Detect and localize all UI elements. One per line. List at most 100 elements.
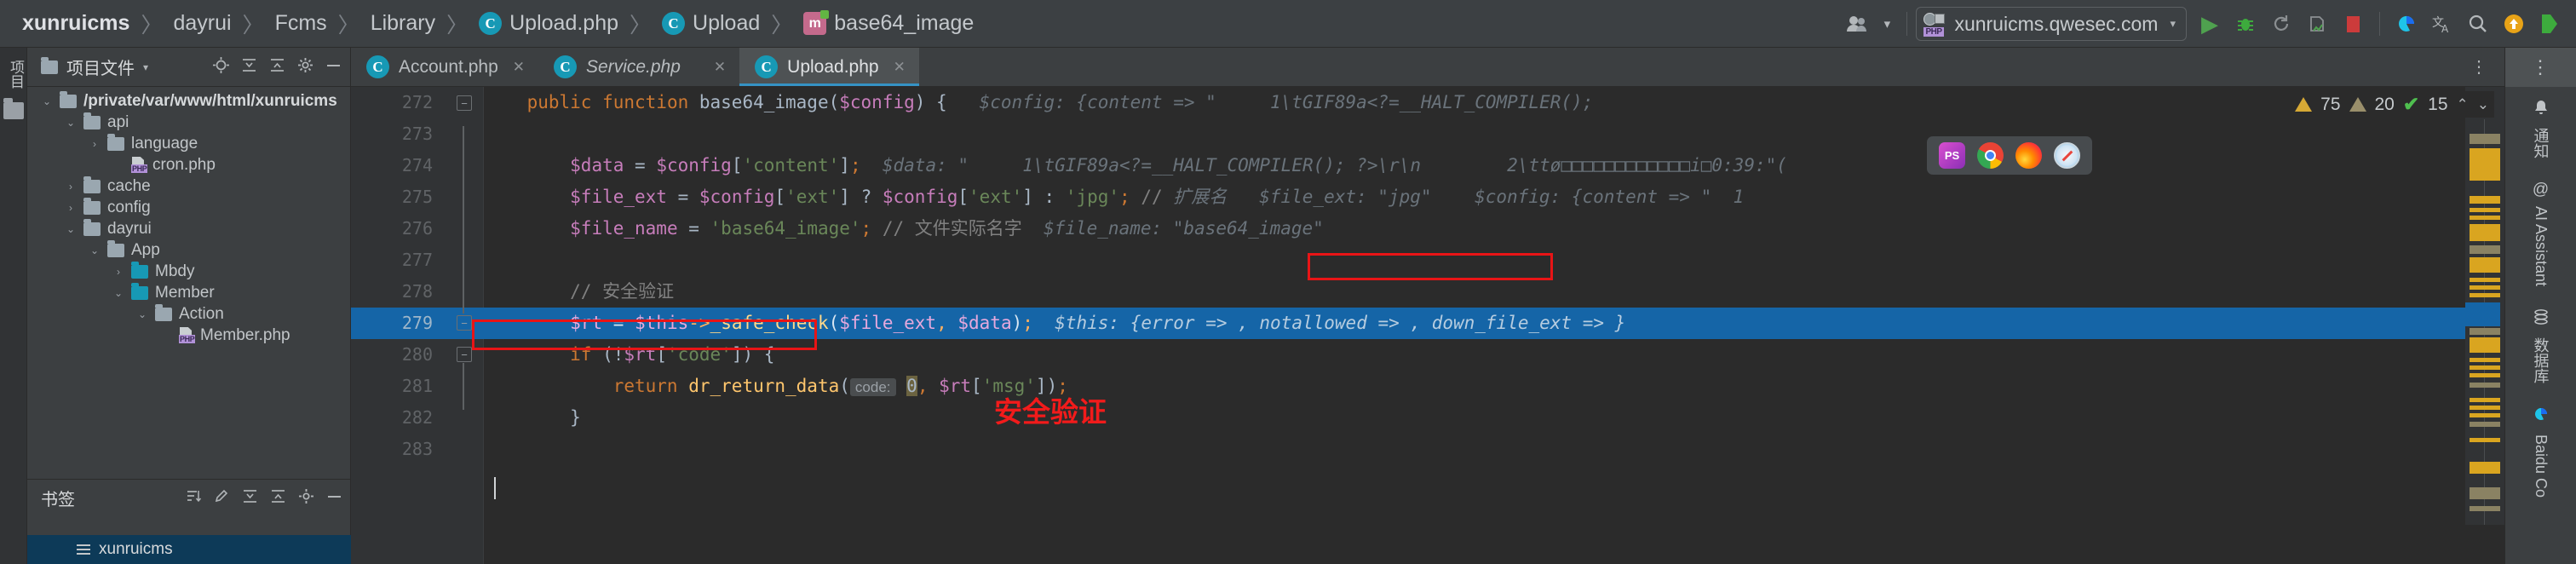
code-line[interactable]: 279 $rt = $this->_safe_check($file_ext, …: [351, 308, 2504, 339]
tree-node-language[interactable]: › language: [27, 133, 350, 154]
chevron-down-icon[interactable]: ⌄: [41, 95, 53, 107]
tree-node-config[interactable]: › config: [27, 197, 350, 218]
expand-all-icon[interactable]: [270, 488, 286, 509]
locate-icon[interactable]: [213, 56, 229, 78]
run-button[interactable]: ▶: [2192, 6, 2228, 42]
browser-preview-popup[interactable]: PS: [1927, 136, 2092, 175]
settings-gear-icon[interactable]: [297, 57, 313, 78]
tree-node-api[interactable]: ⌄ api: [27, 112, 350, 133]
stripe-mark[interactable]: [2470, 398, 2500, 402]
code-line[interactable]: 282 }: [351, 402, 2504, 434]
breadcrumb-item-upload-php[interactable]: C Upload.php: [479, 11, 618, 36]
bookmark-item-xunruicms[interactable]: xunruicms: [27, 535, 351, 564]
stripe-mark[interactable]: [2470, 413, 2500, 417]
stripe-mark[interactable]: [2470, 224, 2500, 241]
run-configuration-selector[interactable]: PHP xunruicms.qwesec.com ▾: [1916, 7, 2187, 41]
tree-node-cron-php[interactable]: PHP cron.php: [27, 154, 350, 176]
stripe-mark[interactable]: [2470, 148, 2500, 181]
code-line[interactable]: 281 return dr_return_data(code: 0, $rt['…: [351, 371, 2504, 402]
prev-problem-icon[interactable]: ⌃: [2457, 96, 2469, 113]
user-group-icon[interactable]: [1840, 6, 1876, 42]
tree-node-action[interactable]: ⌄ Action: [27, 303, 350, 325]
tree-node-app[interactable]: ⌄ App: [27, 239, 350, 261]
stripe-mark[interactable]: [2470, 462, 2500, 474]
chevron-right-icon[interactable]: ›: [89, 138, 101, 150]
debug-button[interactable]: [2228, 6, 2263, 42]
breadcrumb-item-fcms[interactable]: Fcms: [275, 11, 327, 36]
coverage-button[interactable]: [2299, 6, 2335, 42]
next-problem-icon[interactable]: ⌄: [2477, 96, 2489, 113]
stripe-mark[interactable]: [2470, 406, 2500, 410]
stripe-mark[interactable]: [2470, 438, 2500, 442]
chevron-down-icon[interactable]: ▾: [143, 61, 148, 73]
sidebar-item-project[interactable]: 项目: [0, 60, 26, 89]
firefox-icon[interactable]: [2015, 142, 2042, 169]
rerun-button[interactable]: [2263, 6, 2299, 42]
tab-service-php[interactable]: C Service.php ✕: [538, 48, 739, 86]
code-line[interactable]: 275 $file_ext = $config['ext'] ? $config…: [351, 181, 2504, 213]
sort-icon[interactable]: [186, 488, 202, 509]
chevron-down-icon[interactable]: ⌄: [136, 308, 148, 320]
stop-button[interactable]: [2335, 6, 2371, 42]
error-stripe-minimap[interactable]: ⌄: [2465, 87, 2504, 525]
stripe-mark[interactable]: [2470, 365, 2500, 370]
extra-icon[interactable]: [2532, 6, 2567, 42]
safari-icon[interactable]: [2054, 142, 2080, 169]
tree-node-member[interactable]: ⌄ Member: [27, 282, 350, 303]
breadcrumb-item-library[interactable]: Library: [371, 11, 435, 36]
stripe-mark[interactable]: [2470, 278, 2500, 282]
tab-account-php[interactable]: C Account.php ✕: [351, 48, 538, 86]
stripe-mark[interactable]: [2470, 337, 2500, 353]
breadcrumb-item-base64-image-method[interactable]: m base64_image: [803, 10, 974, 36]
stripe-mark[interactable]: [2470, 285, 2500, 290]
more-options-icon[interactable]: ⋮: [2505, 48, 2576, 87]
chevron-down-icon[interactable]: ⌄: [65, 223, 77, 235]
inspection-widget[interactable]: 75 20 ✔ 15 ⌃ ⌄: [2290, 91, 2494, 118]
minimize-icon[interactable]: [325, 57, 342, 78]
stripe-mark[interactable]: [2470, 293, 2500, 297]
minimize-icon[interactable]: [326, 488, 342, 509]
stripe-mark[interactable]: [2470, 373, 2500, 377]
stripe-mark[interactable]: [2470, 487, 2500, 499]
tree-node-dayrui[interactable]: ⌄ dayrui: [27, 218, 350, 239]
tab-overflow-menu-icon[interactable]: ⋮: [2455, 48, 2504, 86]
stripe-mark[interactable]: [2470, 257, 2500, 273]
tree-node-cache[interactable]: › cache: [27, 176, 350, 197]
code-line[interactable]: 274 $data = $config['content']; $data: "…: [351, 150, 2504, 181]
chevron-right-icon[interactable]: ›: [65, 202, 77, 214]
collapse-all-icon[interactable]: [241, 57, 257, 78]
stripe-mark[interactable]: [2470, 245, 2500, 254]
stripe-mark[interactable]: [2470, 196, 2500, 204]
collapse-all-icon[interactable]: [242, 488, 258, 509]
sidebar-item-database[interactable]: 数据库: [2530, 308, 2552, 383]
close-icon[interactable]: ✕: [894, 59, 906, 76]
tree-node-mbdy[interactable]: › Mbdy: [27, 261, 350, 282]
edit-pencil-icon[interactable]: [214, 488, 230, 509]
updates-icon[interactable]: [2496, 6, 2532, 42]
breadcrumb-item-dayrui[interactable]: dayrui: [173, 11, 231, 36]
stripe-mark[interactable]: [2470, 216, 2500, 220]
settings-gear-icon[interactable]: [298, 488, 314, 509]
chrome-icon[interactable]: [1977, 142, 2004, 169]
code-line[interactable]: 272 public function base64_image($config…: [351, 87, 2504, 118]
phpstorm-icon[interactable]: PS: [1939, 142, 1965, 169]
stripe-mark-selected[interactable]: [2465, 302, 2500, 326]
translate-icon[interactable]: 文 A: [2424, 6, 2460, 42]
code-line[interactable]: 283: [351, 434, 2504, 465]
tab-upload-php[interactable]: C Upload.php ✕: [739, 48, 919, 86]
search-icon[interactable]: [2460, 6, 2496, 42]
code-line[interactable]: 280 if (!$rt['code']) {: [351, 339, 2504, 371]
baidu-comate-icon[interactable]: [2389, 6, 2424, 42]
stripe-mark[interactable]: [2470, 383, 2500, 388]
sidebar-item-baidu-comate[interactable]: Baidu Co: [2532, 406, 2550, 498]
close-icon[interactable]: ✕: [714, 59, 726, 76]
tree-node-member-php[interactable]: PHP Member.php: [27, 325, 350, 346]
chevron-down-icon[interactable]: ⌄: [65, 117, 77, 129]
breadcrumb-item-upload-class[interactable]: C Upload: [662, 11, 760, 36]
close-icon[interactable]: ✕: [513, 59, 525, 76]
chevron-down-icon[interactable]: ⌄: [89, 245, 101, 256]
code-editor[interactable]: 272 public function base64_image($config…: [351, 87, 2504, 564]
stripe-mark[interactable]: [2470, 506, 2500, 511]
chevron-right-icon[interactable]: ›: [65, 181, 77, 193]
stripe-mark[interactable]: [2470, 422, 2500, 427]
